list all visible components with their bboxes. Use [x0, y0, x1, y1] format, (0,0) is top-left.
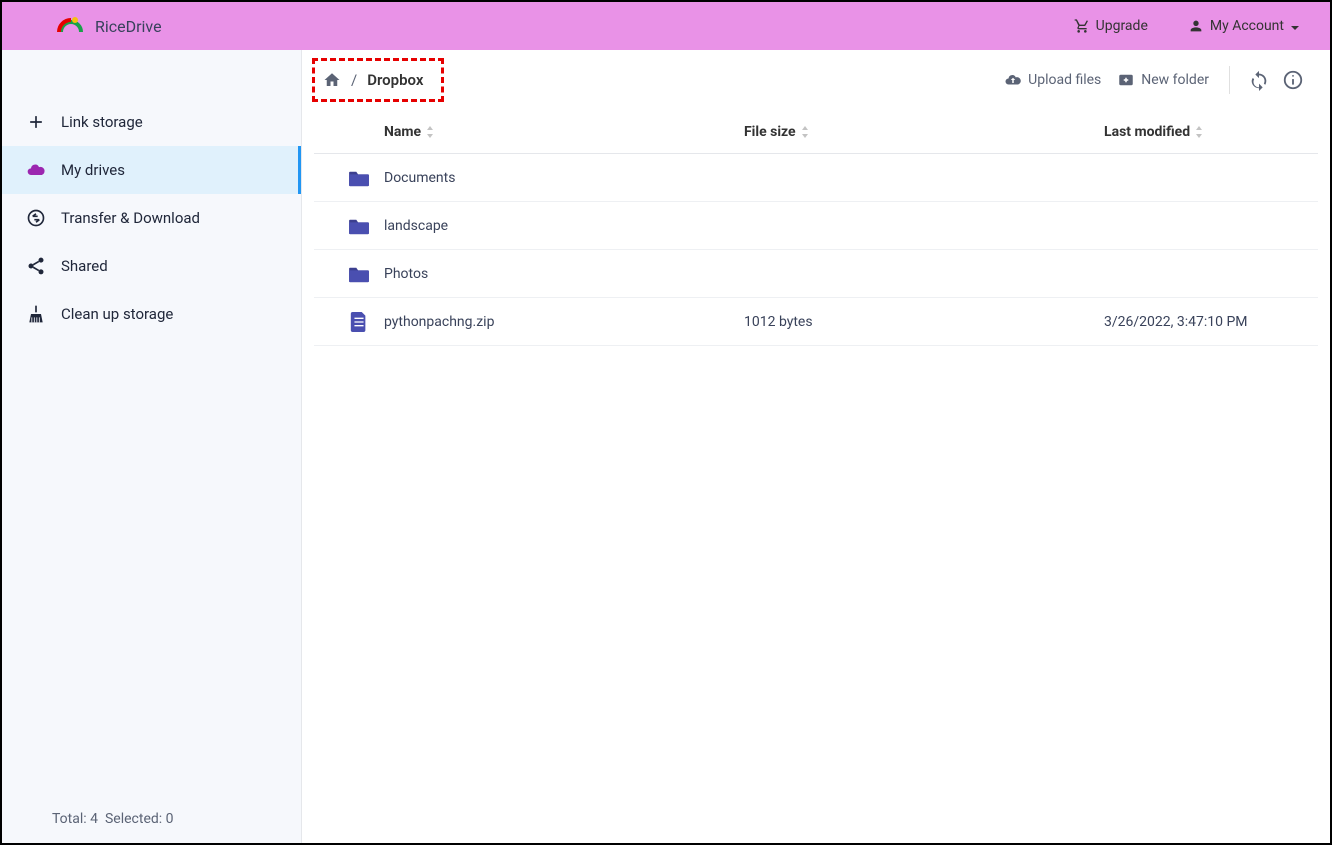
brand[interactable]: RiceDrive [57, 14, 162, 38]
total-value: 4 [90, 811, 98, 827]
total-label: Total: [52, 811, 87, 827]
broom-icon [26, 304, 46, 324]
column-name[interactable]: Name [384, 124, 744, 140]
table-body: Documents landscape Photos pythonpachng.zip… [314, 154, 1318, 346]
app-header: RiceDrive Upgrade My Account [2, 2, 1330, 50]
cloud-upload-icon [1004, 71, 1022, 89]
sidebar-item-my-drives[interactable]: My drives [2, 146, 301, 194]
column-size[interactable]: File size [744, 124, 1104, 140]
cart-icon [1074, 18, 1090, 34]
upgrade-label: Upgrade [1096, 18, 1148, 34]
selected-value: 0 [166, 811, 174, 827]
selected-label: Selected: [105, 811, 162, 827]
table-row[interactable]: Photos [314, 250, 1318, 298]
sidebar-item-link-storage[interactable]: Link storage [2, 98, 301, 146]
toolbar-divider [1229, 66, 1230, 94]
person-icon [1188, 18, 1204, 34]
row-name: Photos [384, 266, 744, 282]
info-button[interactable] [1282, 69, 1304, 91]
refresh-button[interactable] [1248, 69, 1270, 91]
file-table: Name File size Last modified Documents la… [302, 110, 1330, 346]
sidebar-item-label: Link storage [61, 113, 143, 131]
sort-icon [425, 126, 435, 138]
table-header: Name File size Last modified [314, 110, 1318, 154]
new-folder-label: New folder [1141, 72, 1209, 88]
home-icon[interactable] [323, 71, 341, 89]
transfer-icon [26, 208, 46, 228]
account-button[interactable]: My Account [1178, 12, 1310, 40]
upload-files-label: Upload files [1028, 72, 1101, 88]
sort-icon [800, 126, 810, 138]
sidebar: Link storage My drives Transfer & Downlo… [2, 50, 302, 843]
share-icon [26, 256, 46, 276]
row-name: pythonpachng.zip [384, 314, 744, 330]
content: / Dropbox Upload files New folder Name [302, 50, 1330, 843]
sort-icon [1194, 126, 1204, 138]
folder-plus-icon [1117, 71, 1135, 89]
folder-icon [334, 265, 384, 283]
breadcrumb: / Dropbox [312, 58, 444, 102]
row-name: Documents [384, 170, 744, 186]
toolbar: / Dropbox Upload files New folder [302, 50, 1330, 110]
upload-files-button[interactable]: Upload files [996, 65, 1109, 95]
breadcrumb-current[interactable]: Dropbox [367, 71, 423, 89]
upgrade-button[interactable]: Upgrade [1064, 12, 1158, 40]
sidebar-item-label: Clean up storage [61, 305, 173, 323]
sidebar-item-transfer-download[interactable]: Transfer & Download [2, 194, 301, 242]
cloud-icon [26, 160, 46, 180]
row-name: landscape [384, 218, 744, 234]
row-size: 1012 bytes [744, 314, 1104, 330]
sidebar-item-shared[interactable]: Shared [2, 242, 301, 290]
column-modified[interactable]: Last modified [1104, 124, 1204, 140]
new-folder-button[interactable]: New folder [1109, 65, 1217, 95]
row-modified: 3/26/2022, 3:47:10 PM [1104, 314, 1248, 330]
folder-icon [334, 217, 384, 235]
breadcrumb-separator: / [351, 71, 357, 89]
plus-icon [26, 112, 46, 132]
sidebar-item-clean-up[interactable]: Clean up storage [2, 290, 301, 338]
sidebar-nav: Link storage My drives Transfer & Downlo… [2, 50, 301, 795]
folder-icon [334, 169, 384, 187]
file-icon [334, 312, 384, 332]
table-row[interactable]: Documents [314, 154, 1318, 202]
sidebar-item-label: Transfer & Download [61, 209, 200, 227]
column-size-label: File size [744, 124, 796, 140]
sidebar-item-label: Shared [61, 257, 108, 275]
chevron-down-icon [1290, 21, 1300, 31]
main-area: Link storage My drives Transfer & Downlo… [2, 50, 1330, 843]
account-label: My Account [1210, 18, 1284, 34]
table-row[interactable]: landscape [314, 202, 1318, 250]
table-row[interactable]: pythonpachng.zip1012 bytes3/26/2022, 3:4… [314, 298, 1318, 346]
logo-icon [57, 14, 87, 38]
column-modified-label: Last modified [1104, 124, 1190, 140]
column-name-label: Name [384, 124, 421, 140]
sidebar-footer: Total: 4 Selected: 0 [2, 795, 301, 843]
brand-name: RiceDrive [95, 17, 162, 36]
sidebar-item-label: My drives [61, 161, 125, 179]
